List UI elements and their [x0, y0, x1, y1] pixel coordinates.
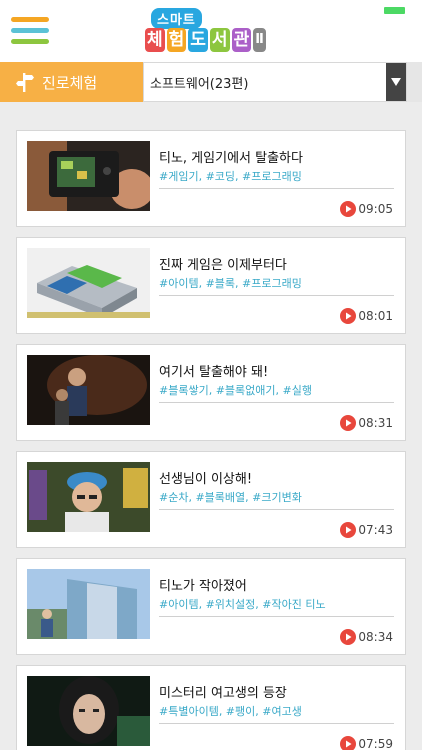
- video-tags[interactable]: #순차, #블록배열, #크기변화: [159, 489, 302, 505]
- logo-char: 체: [145, 28, 165, 52]
- video-card[interactable]: 티노가 작아졌어 #아이템, #위치설정, #작아진 티노 08:34: [16, 558, 406, 655]
- play-circle-icon[interactable]: [340, 629, 357, 645]
- signpost-icon: [16, 73, 34, 92]
- menu-button[interactable]: [11, 17, 49, 44]
- video-card[interactable]: 여기서 탈출해야 돼! #블록쌓기, #블록없애기, #실행 08:31: [16, 344, 406, 441]
- play-circle-icon[interactable]: [340, 201, 357, 217]
- logo-char: Ⅱ: [253, 28, 266, 52]
- video-tags[interactable]: #블록쌓기, #블록없애기, #실행: [159, 382, 312, 398]
- video-duration: 09:05: [340, 201, 393, 217]
- hamburger-line: [11, 39, 49, 44]
- video-duration: 07:59: [340, 736, 393, 750]
- video-title: 티노, 게임기에서 탈출하다: [159, 151, 303, 166]
- play-circle-icon[interactable]: [340, 736, 357, 750]
- logo-title: 체 험 도 서 관 Ⅱ: [145, 28, 266, 52]
- video-thumbnail: [27, 248, 150, 318]
- video-title: 여기서 탈출해야 돼!: [159, 365, 269, 380]
- logo-char: 험: [166, 28, 187, 52]
- logo-char: 도: [188, 28, 208, 52]
- video-thumbnail: [27, 462, 150, 532]
- video-title: 미스터리 여고생의 등장: [159, 686, 287, 701]
- hamburger-icon: [11, 17, 49, 22]
- divider: [159, 616, 394, 617]
- video-duration: 08:01: [340, 308, 393, 324]
- category-tab[interactable]: 진로체험: [0, 62, 143, 102]
- video-card[interactable]: 진짜 게임은 이제부터다 #아이템, #블록, #프로그래밍 08:01: [16, 237, 406, 334]
- duration-text: 09:05: [358, 202, 393, 216]
- video-thumbnail: [27, 141, 150, 211]
- category-bar: 진로체험 소프트웨어(23편): [0, 62, 422, 102]
- duration-text: 08:34: [358, 630, 393, 644]
- video-tags[interactable]: #특별아이템, #팽이, #여고생: [159, 703, 302, 719]
- video-tags[interactable]: #아이템, #위치설정, #작아진 티노: [159, 596, 326, 612]
- app-header: 스마트 체 험 도 서 관 Ⅱ: [0, 0, 422, 62]
- triangle-down-icon: [386, 63, 406, 101]
- play-circle-icon[interactable]: [340, 522, 357, 538]
- video-tags[interactable]: #아이템, #블록, #프로그래밍: [159, 275, 302, 291]
- play-circle-icon[interactable]: [340, 415, 357, 431]
- video-duration: 08:31: [340, 415, 393, 431]
- video-title: 티노가 작아졌어: [159, 579, 247, 594]
- divider: [159, 295, 394, 296]
- battery-icon: [384, 7, 405, 14]
- divider: [159, 509, 394, 510]
- logo-char: 관: [231, 28, 252, 52]
- logo-char: 서: [209, 28, 230, 52]
- duration-text: 07:59: [358, 737, 393, 750]
- video-card[interactable]: 티노, 게임기에서 탈출하다 #게임기, #코딩, #프로그래밍 09:05: [16, 130, 406, 227]
- logo-top-text: 스마트: [151, 8, 202, 29]
- divider: [159, 188, 394, 189]
- video-thumbnail: [27, 676, 150, 746]
- video-duration: 08:34: [340, 629, 393, 645]
- video-duration: 07:43: [340, 522, 393, 538]
- duration-text: 08:31: [358, 416, 393, 430]
- divider: [159, 723, 394, 724]
- category-select[interactable]: 소프트웨어(23편): [143, 62, 407, 102]
- video-thumbnail: [27, 355, 150, 425]
- category-tab-label: 진로체험: [42, 73, 98, 92]
- video-card[interactable]: 선생님이 이상해! #순차, #블록배열, #크기변화 07:43: [16, 451, 406, 548]
- play-circle-icon[interactable]: [340, 308, 357, 324]
- video-card[interactable]: 미스터리 여고생의 등장 #특별아이템, #팽이, #여고생 07:59: [16, 665, 406, 750]
- divider: [159, 402, 394, 403]
- video-tags[interactable]: #게임기, #코딩, #프로그래밍: [159, 168, 302, 184]
- category-select-value: 소프트웨어(23편): [150, 76, 249, 92]
- video-thumbnail: [27, 569, 150, 639]
- video-title: 선생님이 이상해!: [159, 472, 253, 487]
- video-title: 진짜 게임은 이제부터다: [159, 258, 287, 273]
- duration-text: 07:43: [358, 523, 393, 537]
- hamburger-line: [11, 28, 49, 33]
- app-logo[interactable]: 스마트 체 험 도 서 관 Ⅱ: [145, 8, 277, 54]
- duration-text: 08:01: [358, 309, 393, 323]
